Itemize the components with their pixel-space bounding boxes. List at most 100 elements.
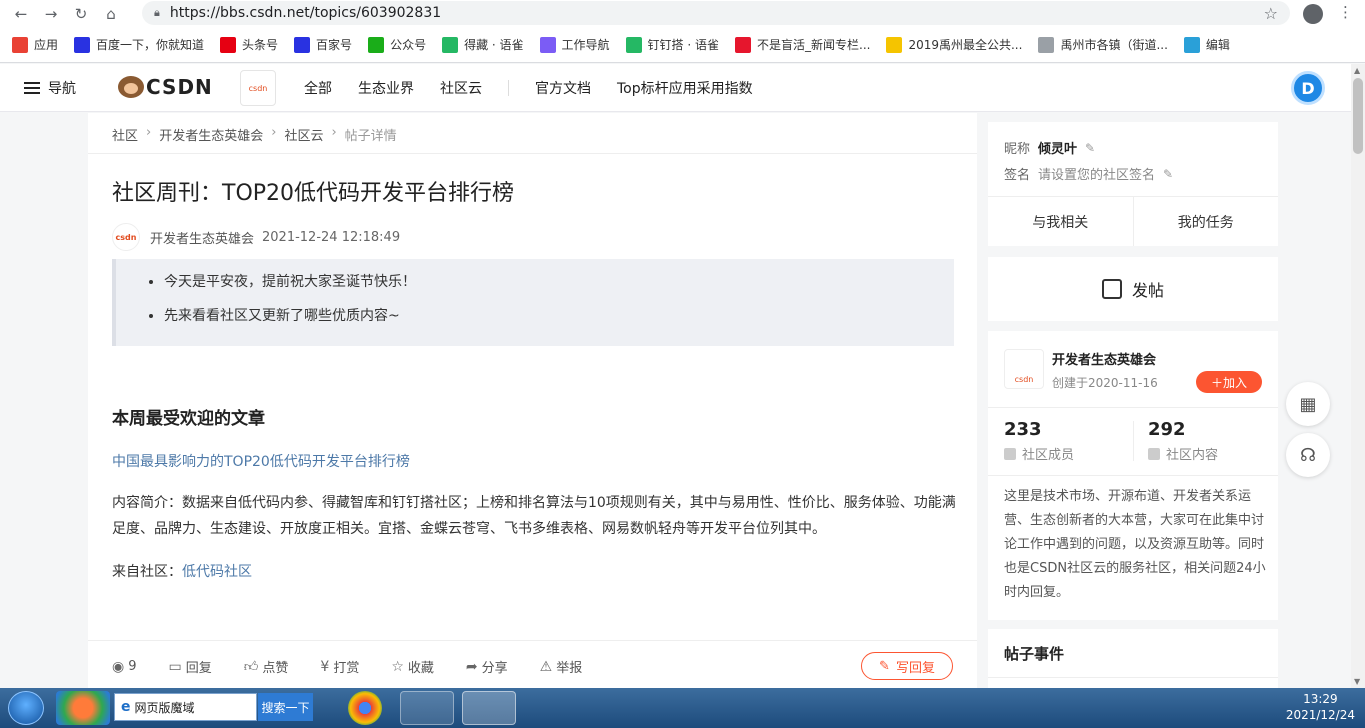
ie-small-icon: e (121, 699, 131, 715)
header-link-community-cloud[interactable]: 社区云 (440, 78, 482, 98)
back-icon[interactable]: ← (6, 0, 36, 27)
internet-explorer-icon[interactable] (400, 691, 454, 725)
share-button[interactable]: ➦ 分享 (466, 657, 508, 677)
tab-related-to-me[interactable]: 与我相关 (988, 197, 1134, 246)
report-button[interactable]: ⚠︎ 举报 (540, 657, 583, 677)
breadcrumb-hero-club[interactable]: 开发者生态英雄会 (159, 125, 263, 144)
content-count: 292 (1148, 419, 1186, 440)
breadcrumb-separator: › (331, 125, 337, 140)
bookmark-favicon-icon (74, 36, 91, 53)
nav-menu-button[interactable]: 导航 (24, 78, 76, 98)
new-post-button[interactable]: 发帖 (988, 257, 1278, 321)
bookmark-item[interactable]: 头条号 (220, 36, 278, 53)
chrome-icon[interactable] (348, 691, 382, 725)
tab-my-tasks[interactable]: 我的任务 (1134, 197, 1279, 246)
content-stat[interactable]: 292 社区内容 (1148, 419, 1218, 463)
collect-button[interactable]: ☆ 收藏 (391, 657, 434, 677)
bookmark-favicon-icon (368, 36, 385, 53)
profile-icon[interactable] (1303, 4, 1323, 24)
reward-button[interactable]: ¥ 打赏 (320, 657, 359, 677)
start-button[interactable] (8, 691, 44, 725)
bookmark-label: 钉钉搭 · 语雀 (647, 38, 719, 52)
header-link-top-index[interactable]: Top标杆应用采用指数 (617, 78, 753, 98)
article-link[interactable]: 中国最具影响力的TOP20低代码开发平台排行榜 (112, 451, 410, 471)
bookmark-item[interactable]: 2019禹州最全公共... (886, 36, 1022, 53)
bookmark-item[interactable]: 工作导航 (539, 36, 610, 53)
bookmark-item[interactable]: 禹州市各镇（街道... (1038, 36, 1168, 53)
bookmark-favicon-icon (1183, 36, 1200, 53)
author-name[interactable]: 开发者生态英雄会 (150, 228, 254, 247)
community-logo-text: csdn (1014, 375, 1034, 384)
community-logo[interactable]: csdn (1004, 349, 1044, 389)
user-card: 昵称 倾灵叶 ✎ 签名 请设置您的社区签名 ✎ 与我相关 我的任务 (988, 122, 1278, 246)
views-value: 9 (128, 659, 137, 674)
bookmark-item[interactable]: 钉钉搭 · 语雀 (625, 36, 719, 53)
clock-time: 13:29 (1303, 692, 1338, 706)
taskbar-search-input[interactable]: e 网页版魔域 (114, 693, 257, 721)
author-avatar[interactable]: csdn (112, 223, 140, 251)
members-label-row: 社区成员 (1004, 444, 1074, 463)
community-cloud-logo[interactable]: csdn (240, 70, 276, 106)
forward-icon[interactable]: → (36, 0, 66, 27)
chrome-active-window-icon[interactable] (462, 691, 516, 725)
write-reply-button[interactable]: ✎ 写回复 (861, 652, 953, 680)
address-bar[interactable]: 🔒︎ https://bbs.csdn.net/topics/603902831… (142, 1, 1290, 25)
reload-icon[interactable]: ↻ (66, 0, 96, 27)
members-stat[interactable]: 233 社区成员 (1004, 419, 1074, 463)
community-created: 创建于2020-11-16 (1052, 376, 1158, 390)
bookmark-item[interactable]: 编辑 (1183, 36, 1230, 53)
content-label: 社区内容 (1166, 448, 1219, 463)
divider (88, 153, 977, 154)
bookmark-item[interactable]: 不是盲活_新闻专栏... (735, 36, 870, 53)
scrollbar-thumb[interactable] (1353, 78, 1363, 154)
app-360-icon[interactable] (56, 691, 110, 725)
edit-icon[interactable]: ✎ (1085, 141, 1095, 155)
edit-icon[interactable]: ✎ (1163, 167, 1173, 181)
like-button[interactable]: 👍︎ 点赞 (244, 657, 289, 676)
page-scrollbar[interactable]: ▲ ▼ (1351, 64, 1365, 688)
bookmark-label: 不是盲活_新闻专栏... (757, 38, 871, 52)
menu-dots-icon[interactable]: ⋮ (1338, 3, 1353, 21)
post-events-card: 帖子事件 (988, 629, 1278, 688)
header-links: 全部 生态业界 社区云 官方文档 Top标杆应用采用指数 (304, 78, 779, 98)
scroll-down-icon[interactable]: ▼ (1354, 677, 1360, 686)
compose-icon (1101, 279, 1122, 299)
header-link-ecosystem[interactable]: 生态业界 (358, 78, 414, 98)
headset-icon[interactable]: ☊ (1286, 433, 1330, 477)
qr-code-icon[interactable]: ▦ (1286, 382, 1330, 426)
windows-taskbar: e 网页版魔域 搜索一下 13:29 2021/12/24 (0, 688, 1365, 728)
bookmark-item[interactable]: 百度一下，你就知道 (74, 36, 204, 53)
scroll-up-icon[interactable]: ▲ (1354, 66, 1360, 75)
reply-label: 回复 (185, 661, 212, 676)
lock-icon: 🔒︎ (154, 6, 160, 19)
signature-hint: 请设置您的社区签名 (1038, 168, 1156, 183)
content-label-row: 社区内容 (1148, 444, 1218, 463)
collect-label: 收藏 (407, 661, 434, 676)
intro-quote: 今天是平安夜，提前祝大家圣诞节快乐！ 先来看看社区又更新了哪些优质内容~ (112, 259, 954, 346)
article-meta: csdn 开发者生态英雄会 2021-12-24 12:18:49 (112, 223, 400, 251)
header-link-all[interactable]: 全部 (304, 78, 332, 98)
header-divider (508, 80, 509, 96)
breadcrumb-community-cloud[interactable]: 社区云 (284, 125, 323, 144)
system-clock[interactable]: 13:29 2021/12/24 (1286, 691, 1355, 723)
site-header: 导航 CSDN csdn 全部 生态业界 社区云 官方文档 Top标杆应用采用指… (0, 64, 1351, 112)
nickname-row: 昵称 倾灵叶 ✎ (1004, 138, 1095, 158)
bookmark-item[interactable]: 得藏 · 语雀 (442, 36, 524, 53)
join-button[interactable]: ＋加入 (1196, 371, 1262, 393)
breadcrumb-community[interactable]: 社区 (112, 125, 138, 144)
bookmark-label: 得藏 · 语雀 (464, 38, 524, 52)
bookmark-item[interactable]: 应用 (12, 36, 58, 53)
community-name[interactable]: 开发者生态英雄会 (1052, 349, 1156, 368)
reply-action[interactable]: ▭ 回复 (169, 657, 212, 677)
home-icon[interactable]: ⌂ (96, 0, 126, 27)
developer-icon[interactable]: D (1291, 71, 1325, 105)
quote-item: 先来看看社区又更新了哪些优质内容~ (164, 305, 954, 325)
divider (988, 407, 1278, 408)
source-community-link[interactable]: 低代码社区 (182, 564, 252, 580)
bookmark-item[interactable]: 公众号 (368, 36, 426, 53)
header-link-docs[interactable]: 官方文档 (535, 78, 591, 98)
star-icon[interactable]: ☆ (1264, 4, 1278, 23)
taskbar-search-button[interactable]: 搜索一下 (258, 693, 313, 721)
csdn-logo[interactable]: CSDN (118, 75, 213, 99)
bookmark-item[interactable]: 百家号 (294, 36, 352, 53)
